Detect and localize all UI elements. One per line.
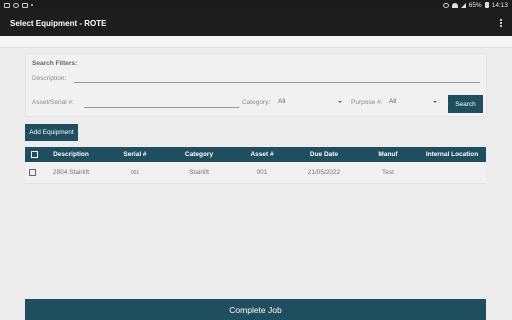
category-dropdown-icon xyxy=(338,100,342,103)
app-notification-icon xyxy=(22,2,28,8)
app-bar: Select Equipment - ROTE xyxy=(0,10,512,36)
select-all-cell xyxy=(29,147,39,162)
complete-job-label: Complete Job xyxy=(229,304,282,315)
overflow-menu-icon[interactable] xyxy=(498,17,504,29)
asset-serial-input[interactable] xyxy=(84,97,239,108)
row-serial: 001 xyxy=(130,169,140,176)
purpose-dropdown-icon xyxy=(433,100,437,103)
clock: 14:13 xyxy=(491,1,508,9)
row-checkbox[interactable] xyxy=(28,169,36,176)
search-button[interactable]: Search xyxy=(448,95,483,113)
row-select-cell xyxy=(27,162,37,183)
row-asset: 001 xyxy=(256,169,268,176)
more-notifications-icon xyxy=(31,4,33,6)
header-manuf[interactable]: Manuf xyxy=(365,147,411,162)
category-select[interactable]: All xyxy=(278,98,342,105)
search-filters-title: Search Filters: xyxy=(32,60,78,67)
bluetooth-icon xyxy=(442,2,449,8)
add-equipment-button[interactable]: Add Equipment xyxy=(25,124,78,141)
header-description[interactable]: Description xyxy=(43,147,99,162)
wifi-icon xyxy=(451,2,458,8)
header-asset[interactable]: Asset # xyxy=(239,147,285,162)
status-bar: 65% 14:13 xyxy=(0,0,512,10)
purpose-select[interactable]: All xyxy=(389,98,437,105)
status-left-icons xyxy=(4,2,33,8)
description-label: Description: xyxy=(32,75,67,82)
equipment-table: Description Serial # Category Asset # Du… xyxy=(25,147,486,184)
status-right-icons: 65% 14:13 xyxy=(442,1,508,9)
battery-percent: 65% xyxy=(468,1,482,9)
row-description: 2804 Stairlift xyxy=(52,169,90,176)
row-manuf: Test xyxy=(382,169,394,176)
signal-icon xyxy=(460,2,466,8)
purpose-label: Purpose #: xyxy=(351,99,383,106)
select-all-checkbox[interactable] xyxy=(30,151,38,158)
row-due-date: 21/05/2022 xyxy=(307,169,341,176)
complete-job-button[interactable]: Complete Job xyxy=(25,299,486,320)
search-filters-card: Search Filters: Description: Asset/Seria… xyxy=(25,53,487,117)
description-input[interactable] xyxy=(74,72,480,83)
gallery-notification-icon xyxy=(4,2,10,8)
header-category[interactable]: Category xyxy=(171,147,227,162)
category-label: Category: xyxy=(242,99,271,106)
table-row[interactable]: 2804 Stairlift 001 Stairlift 001 21/05/2… xyxy=(25,162,486,184)
header-due-date[interactable]: Due Date xyxy=(297,147,351,162)
category-selected-value: All xyxy=(278,98,286,105)
row-internal-location xyxy=(417,162,487,183)
header-internal-location[interactable]: Internal Location xyxy=(417,147,487,162)
page-title: Select Equipment - ROTE xyxy=(10,18,107,28)
row-category: Stairlift xyxy=(189,169,209,176)
table-header: Description Serial # Category Asset # Du… xyxy=(25,147,486,162)
purpose-selected-value: All xyxy=(389,98,397,105)
sync-notification-icon xyxy=(13,2,19,8)
toolbar-strip xyxy=(0,36,512,48)
header-serial[interactable]: Serial # xyxy=(109,147,161,162)
battery-icon xyxy=(484,2,489,8)
asset-serial-label: Asset/Serial #: xyxy=(32,99,74,106)
